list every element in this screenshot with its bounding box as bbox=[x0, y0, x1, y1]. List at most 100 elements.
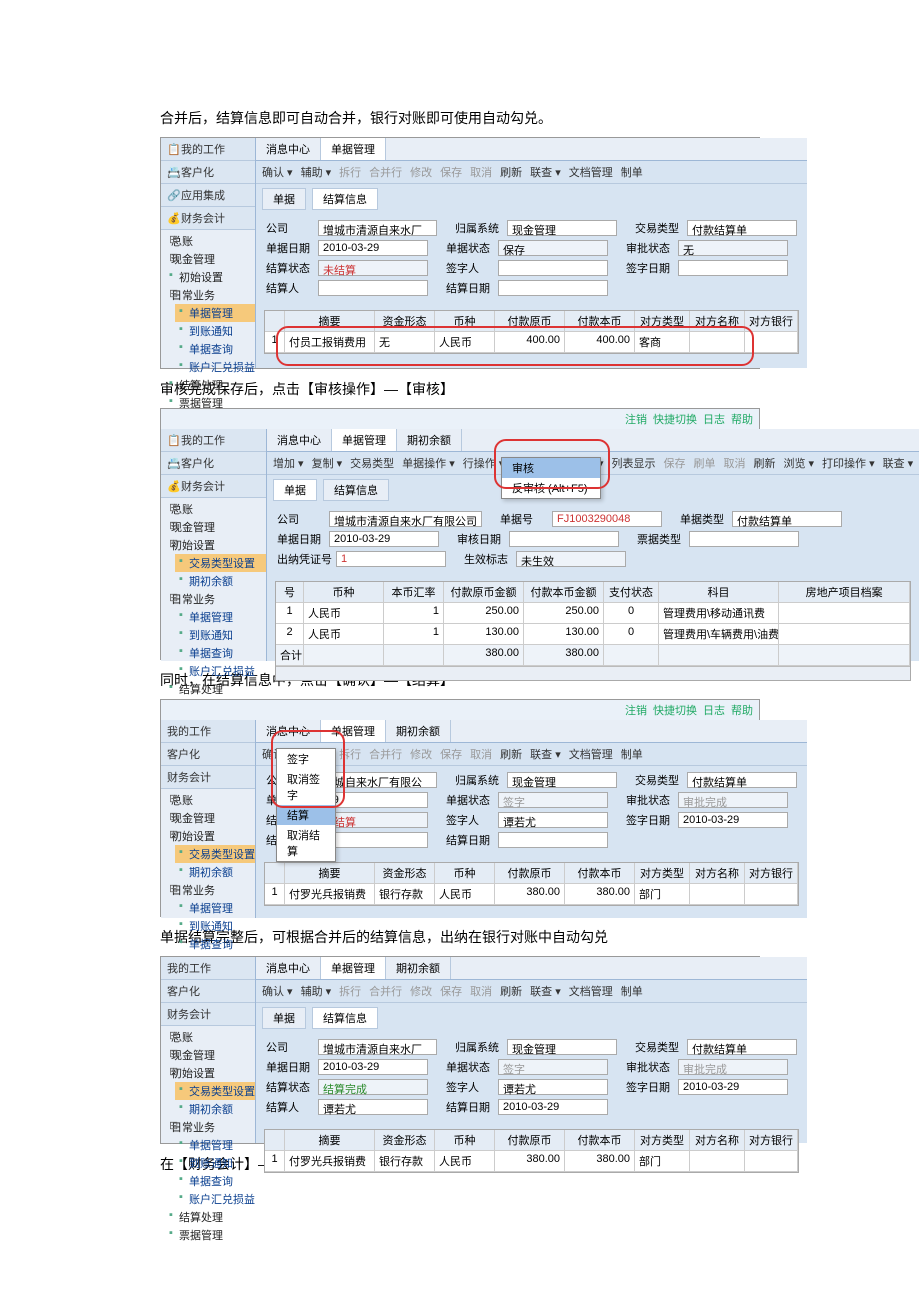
tb-list[interactable]: 列表显示 bbox=[611, 455, 655, 471]
menu-settle[interactable]: 结算 bbox=[277, 805, 335, 825]
val[interactable]: 增城市清源自来水厂有限公司 bbox=[318, 1039, 437, 1055]
sidebar-band-financial[interactable]: 💰财务会计 bbox=[161, 207, 255, 230]
val-signdate[interactable]: 2010-03-29 bbox=[678, 812, 788, 828]
tab-open[interactable]: 期初余额 bbox=[386, 720, 451, 742]
col-summary[interactable]: 摘要 bbox=[285, 311, 375, 332]
tree-arrival[interactable]: 到账通知 bbox=[175, 917, 255, 935]
tab-open[interactable]: 期初余额 bbox=[386, 957, 451, 979]
tree-cash[interactable]: 现金管理 bbox=[165, 250, 255, 268]
tt-log[interactable]: 日志 bbox=[703, 702, 725, 718]
col[interactable]: 付款原币 bbox=[495, 863, 565, 884]
tree-init[interactable]: 初始设置 bbox=[165, 536, 266, 554]
tree-acctex[interactable]: 账户汇兑损益 bbox=[175, 662, 266, 680]
col-lc[interactable]: 付款本币 bbox=[565, 311, 635, 332]
col-no[interactable]: 号 bbox=[276, 582, 304, 603]
tab-msg[interactable]: 消息中心 bbox=[256, 957, 321, 979]
table-row[interactable]: 2 人民币 1 130.00 130.00 0 管理费用\车辆费用\油费 bbox=[276, 624, 910, 645]
val-billno[interactable]: FJ1003290048 bbox=[552, 511, 662, 527]
val-company[interactable]: 增城市清源自来水厂有限公司 bbox=[329, 511, 482, 527]
tree-cash[interactable]: 现金管理 bbox=[165, 518, 266, 536]
tab-bill[interactable]: 单据管理 bbox=[332, 429, 397, 451]
subtab-bill[interactable]: 单据 bbox=[262, 188, 306, 210]
val[interactable]: 2010-03-29 bbox=[498, 1099, 608, 1115]
val-txtype[interactable]: 付款结算单 bbox=[687, 220, 797, 236]
tree-init[interactable]: 初始设置 bbox=[165, 268, 255, 286]
sidebar-band-mywork[interactable]: 我的工作 bbox=[161, 720, 255, 743]
sidebar-band-financial[interactable]: 财务会计 bbox=[161, 1003, 255, 1026]
val-ownsys[interactable]: 现金管理 bbox=[507, 772, 617, 788]
tree-cash[interactable]: 现金管理 bbox=[165, 809, 255, 827]
tb-doc[interactable]: 文档管理 bbox=[569, 164, 613, 180]
tree-billmanage[interactable]: 单据管理 bbox=[175, 304, 255, 322]
menu-unsign[interactable]: 取消签字 bbox=[277, 769, 335, 805]
sidebar-band-integration[interactable]: 🔗应用集成 bbox=[161, 184, 255, 207]
col-otype[interactable]: 对方类型 bbox=[635, 311, 690, 332]
tree-gl[interactable]: 总账 bbox=[165, 500, 266, 518]
tree-arrival[interactable]: 到账通知 bbox=[175, 626, 266, 644]
col[interactable]: 对方名称 bbox=[690, 1130, 745, 1151]
tab-open[interactable]: 期初余额 bbox=[397, 429, 462, 451]
tb-rowop[interactable]: 行操作 ▾ bbox=[463, 455, 505, 471]
val-company[interactable]: 增城市清源自来水厂有限公司 bbox=[318, 220, 437, 236]
tree-cash[interactable]: 现金管理 bbox=[165, 1046, 255, 1064]
col[interactable]: 对方银行 bbox=[745, 1130, 798, 1151]
tb-assist[interactable]: 辅助 ▾ bbox=[301, 983, 332, 999]
tree-openbal[interactable]: 期初余额 bbox=[175, 572, 266, 590]
sidebar-band-customer[interactable]: 客户化 bbox=[161, 743, 255, 766]
tab-msg[interactable]: 消息中心 bbox=[256, 138, 321, 160]
scrollbar-h[interactable] bbox=[276, 666, 910, 680]
tree-billquery[interactable]: 单据查询 bbox=[175, 340, 255, 358]
sidebar-band-mywork[interactable]: 我的工作 bbox=[161, 957, 255, 980]
subtab-bill[interactable]: 单据 bbox=[262, 1007, 306, 1029]
val[interactable]: 2010-03-29 bbox=[318, 1059, 428, 1075]
val[interactable]: 谭若尤 bbox=[318, 1099, 428, 1115]
tree-daily[interactable]: 日常业务 bbox=[165, 286, 255, 304]
val[interactable]: 付款结算单 bbox=[687, 1039, 797, 1055]
val-signer[interactable] bbox=[498, 260, 608, 276]
tb-add[interactable]: 增加 ▾ bbox=[273, 455, 304, 471]
sidebar-band-customer[interactable]: 📇客户化 bbox=[161, 452, 266, 475]
tree-tradetype[interactable]: 交易类型设置 bbox=[175, 554, 266, 572]
tree-init[interactable]: 初始设置 bbox=[165, 827, 255, 845]
col-oc[interactable]: 付款原币金额 bbox=[444, 582, 524, 603]
col[interactable]: 付款本币 bbox=[565, 863, 635, 884]
val-billdate[interactable]: 2010-03-29 bbox=[318, 240, 428, 256]
col[interactable]: 对方银行 bbox=[745, 863, 798, 884]
col[interactable]: 摘要 bbox=[285, 863, 375, 884]
tb-make[interactable]: 制单 bbox=[621, 746, 643, 762]
tt-switch[interactable]: 快捷切换 bbox=[653, 411, 697, 427]
tb-txtype[interactable]: 交易类型 bbox=[350, 455, 394, 471]
tt-log[interactable]: 日志 bbox=[703, 411, 725, 427]
col[interactable]: 付款原币 bbox=[495, 1130, 565, 1151]
tree-settle[interactable]: 结算处理 bbox=[165, 1208, 255, 1226]
tb-refresh[interactable]: 刷新 bbox=[500, 983, 522, 999]
val-voutype[interactable] bbox=[689, 531, 799, 547]
tree-settle[interactable]: 结算处理 bbox=[165, 376, 255, 394]
val-billtype[interactable]: 付款结算单 bbox=[732, 511, 842, 527]
tab-msg[interactable]: 消息中心 bbox=[256, 720, 321, 742]
col[interactable]: 对方名称 bbox=[690, 863, 745, 884]
val-billdate[interactable]: 2010-03-29 bbox=[329, 531, 439, 547]
col-obank[interactable]: 对方银行 bbox=[745, 311, 798, 332]
tree-settle[interactable]: 结算处理 bbox=[165, 680, 266, 698]
tb-assist[interactable]: 辅助 ▾ bbox=[301, 164, 332, 180]
tree-daily[interactable]: 日常业务 bbox=[165, 881, 255, 899]
tb-link[interactable]: 联查 ▾ bbox=[530, 983, 561, 999]
sidebar-band-mywork[interactable]: 📋我的工作 bbox=[161, 429, 266, 452]
menu-sign[interactable]: 签字 bbox=[277, 749, 335, 769]
tb-link[interactable]: 联查 ▾ bbox=[530, 746, 561, 762]
val-signdate[interactable] bbox=[678, 260, 788, 276]
tb-refresh[interactable]: 刷新 bbox=[500, 746, 522, 762]
tt-help[interactable]: 帮助 bbox=[731, 411, 753, 427]
tb-make[interactable]: 制单 bbox=[621, 164, 643, 180]
sidebar-band-customer[interactable]: 📇客户化 bbox=[161, 161, 255, 184]
tt-help[interactable]: 帮助 bbox=[731, 702, 753, 718]
col-oc[interactable]: 付款原币 bbox=[495, 311, 565, 332]
col-re[interactable]: 房地产项目档案 bbox=[779, 582, 910, 603]
subtab-info[interactable]: 结算信息 bbox=[312, 1007, 378, 1029]
val-setdate[interactable] bbox=[498, 280, 608, 296]
tt-logout[interactable]: 注销 bbox=[625, 411, 647, 427]
col[interactable]: 币种 bbox=[435, 1130, 495, 1151]
tree-acctex[interactable]: 账户汇兑损益 bbox=[175, 358, 255, 376]
val-cashvou[interactable]: 1 bbox=[336, 551, 446, 567]
